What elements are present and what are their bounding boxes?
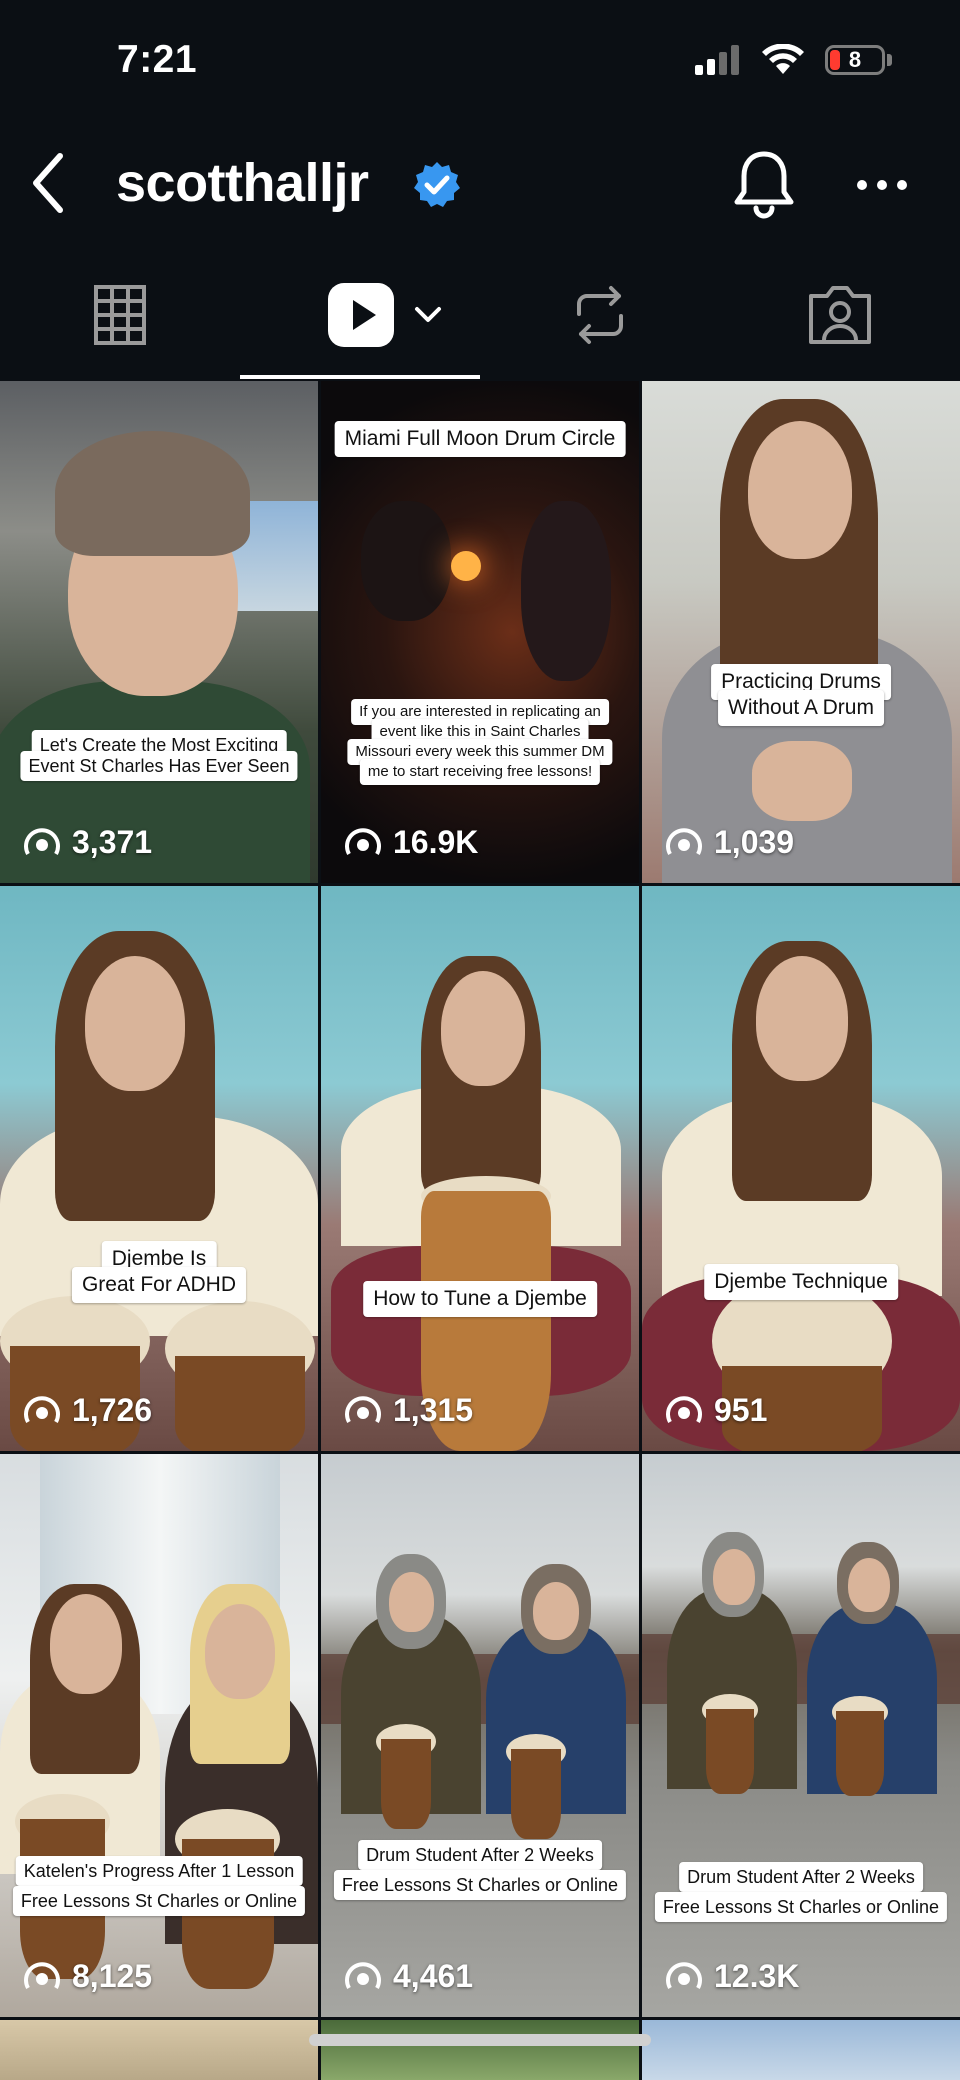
eye-icon (345, 1961, 381, 1989)
reel-tile[interactable]: Katelen's Progress After 1 Lesson Free L… (0, 1454, 318, 2017)
reel-caption: Free Lessons St Charles or Online (12, 1886, 306, 1916)
reel-tile[interactable]: Djembe Technique 951 (642, 886, 960, 1451)
reel-tile[interactable]: How to Tune a Djembe 1,315 (321, 886, 639, 1451)
tab-reels[interactable] (320, 280, 450, 350)
eye-icon (24, 827, 60, 855)
view-count: 951 (666, 1392, 767, 1429)
eye-icon (666, 827, 702, 855)
view-count: 16.9K (345, 824, 478, 861)
eye-icon (24, 1961, 60, 1989)
status-bar: 7:21 8 (0, 0, 960, 120)
view-count: 3,371 (24, 824, 152, 861)
wifi-icon (762, 44, 804, 74)
view-count: 8,125 (24, 1958, 152, 1995)
tagged-icon (809, 286, 871, 344)
eye-icon (345, 1395, 381, 1423)
view-count: 1,726 (24, 1392, 152, 1429)
reel-caption: Event St Charles Has Ever Seen (20, 751, 298, 781)
profile-tabs (0, 260, 960, 380)
reel-caption: Djembe Technique (704, 1264, 898, 1300)
profile-username: scotthalljr (116, 153, 369, 213)
reel-caption: Great For ADHD (71, 1267, 247, 1303)
reel-caption: Without A Drum (718, 690, 884, 726)
tab-tagged[interactable] (800, 280, 880, 350)
bell-icon[interactable] (731, 148, 797, 222)
reel-caption: Drum Student After 2 Weeks (679, 1862, 923, 1892)
view-count: 1,039 (666, 824, 794, 861)
reel-caption: Drum Student After 2 Weeks (358, 1840, 602, 1870)
tab-reposts[interactable] (560, 280, 640, 350)
reel-tile[interactable]: Drum Student After 2 Weeks Free Lessons … (321, 1454, 639, 2017)
view-count: 12.3K (666, 1958, 799, 1995)
reel-tile[interactable] (0, 2020, 318, 2080)
reels-play-icon (328, 283, 394, 347)
reel-tile[interactable]: Miami Full Moon Drum Circle If you are i… (321, 381, 639, 883)
reel-caption: Miami Full Moon Drum Circle (334, 421, 626, 457)
reel-tile[interactable] (321, 2020, 639, 2080)
eye-icon (24, 1395, 60, 1423)
reel-tile[interactable]: Practicing Drums Without A Drum 1,039 (642, 381, 960, 883)
eye-icon (345, 827, 381, 855)
reel-tile[interactable]: Let's Create the Most Exciting Event St … (0, 381, 318, 883)
repost-icon (577, 286, 623, 344)
reel-caption: How to Tune a Djembe (363, 1281, 597, 1317)
reel-tile[interactable] (642, 2020, 960, 2080)
active-tab-indicator (240, 375, 480, 379)
reel-tile[interactable]: Drum Student After 2 Weeks Free Lessons … (642, 1454, 960, 2017)
reel-caption: me to start receiving free lessons! (359, 759, 601, 785)
battery-level: 8 (848, 47, 862, 72)
chevron-left-icon[interactable] (28, 148, 68, 218)
tab-grid[interactable] (80, 280, 160, 350)
eye-icon (666, 1961, 702, 1989)
reel-caption: Katelen's Progress After 1 Lesson (15, 1856, 303, 1886)
view-count: 4,461 (345, 1958, 473, 1995)
eye-icon (666, 1395, 702, 1423)
status-icons: 8 (695, 44, 892, 76)
battery-icon: 8 (825, 45, 885, 75)
view-count: 1,315 (345, 1392, 473, 1429)
reel-tile[interactable]: Djembe Is Great For ADHD 1,726 (0, 886, 318, 1451)
grid-icon (94, 285, 146, 345)
verified-badge-icon (414, 162, 460, 207)
profile-header: scotthalljr (0, 120, 960, 250)
ellipsis-icon[interactable] (852, 170, 912, 200)
cellular-signal-icon (695, 45, 739, 75)
chevron-down-icon (415, 307, 441, 322)
home-indicator[interactable] (309, 2034, 651, 2046)
reel-caption: Free Lessons St Charles or Online (654, 1892, 948, 1922)
status-time: 7:21 (117, 38, 198, 81)
reel-caption: Free Lessons St Charles or Online (333, 1870, 627, 1900)
